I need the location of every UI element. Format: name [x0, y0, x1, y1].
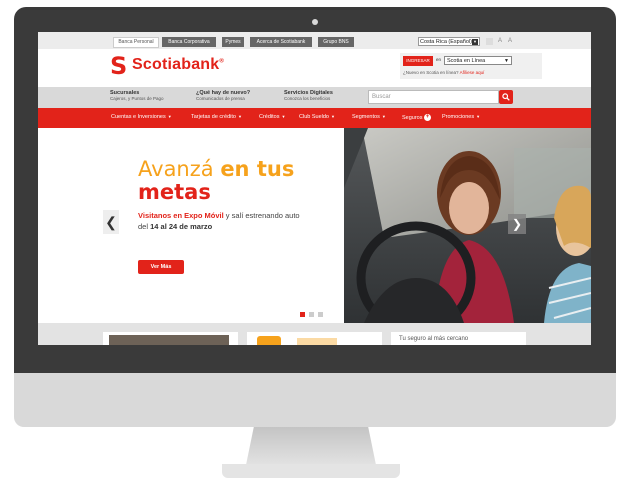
nav-cuentas[interactable]: Cuentas e Inversiones ▼ — [111, 114, 172, 120]
login-panel: INGRESAR en Scotia en Línea ▼ ¿Nuevo en S… — [400, 53, 542, 79]
carousel-prev-icon[interactable]: ❮ — [103, 210, 119, 234]
nav-label: Créditos — [259, 114, 280, 120]
accessibility-box-icon[interactable] — [486, 38, 493, 45]
login-select-value: Scotia en Línea — [447, 58, 486, 64]
tab-acerca[interactable]: Acerca de Scotiabank — [250, 37, 312, 47]
caret-down-icon: ▼ — [476, 114, 481, 119]
monitor-base — [222, 464, 400, 478]
login-service-select[interactable]: Scotia en Línea ▼ — [444, 56, 512, 65]
nav-label: Segmentos — [352, 114, 380, 120]
tab-grupo-bns[interactable]: Grupo BNS — [318, 37, 354, 47]
nav-segmentos[interactable]: Segmentos ▼ — [352, 114, 386, 120]
webcam-icon — [312, 19, 318, 25]
info-servicios-digitales[interactable]: Servicios Digitales Conozca los benefici… — [284, 90, 333, 101]
country-select[interactable]: Costa Rica (Español) ▼ — [418, 37, 480, 46]
site-header: S Scotiabank® INGRESAR en Scotia en Líne… — [38, 49, 591, 87]
nav-label: Cuentas e Inversiones — [111, 114, 166, 120]
search-input[interactable]: Buscar — [368, 90, 499, 104]
monitor-chin — [14, 373, 616, 427]
promo-card[interactable] — [247, 332, 382, 345]
nav-creditos[interactable]: Créditos ▼ — [259, 114, 285, 120]
promo-card-image — [297, 338, 337, 345]
hero-headline: Avanzá en tus metas — [138, 158, 294, 204]
chevron-down-icon: ▼ — [504, 58, 509, 64]
carousel-next-icon[interactable]: ❯ — [508, 214, 526, 234]
nav-label: Seguros — [402, 114, 423, 121]
caret-down-icon: ▼ — [330, 114, 335, 119]
hero-photo — [344, 128, 591, 323]
hero-banner: Avanzá en tus metas Visitanos en Expo Mó… — [38, 128, 591, 323]
hero-dates-prefix: del — [138, 222, 151, 231]
country-select-value: Costa Rica (Español) — [420, 39, 472, 45]
logo-text: Scotiabank — [132, 56, 220, 73]
search-button[interactable] — [499, 90, 513, 104]
font-increase-icon[interactable]: A — [508, 38, 512, 44]
nav-label: Club Sueldo — [299, 114, 329, 120]
hero-headline-line1: Avanzá en tus — [138, 158, 294, 181]
caret-down-icon: ▼ — [237, 114, 242, 119]
info-bar: Sucursales Cajeros, y Puntos de Pago ¿Qu… — [38, 87, 591, 108]
hero-subtitle: Visitanos en Expo Móvil y salí estrenand… — [138, 211, 300, 220]
headline-word: metas — [138, 180, 211, 204]
login-new-text: ¿Nuevo en Scotia en línea? Afíliese aquí — [403, 70, 484, 75]
login-new-question: ¿Nuevo en Scotia en línea? — [403, 70, 459, 75]
headline-word: en — [220, 157, 257, 181]
browser-screen: Banca Personal Banca Corporativa Pymes A… — [38, 32, 591, 345]
carousel-dot[interactable] — [309, 312, 314, 317]
logo-wordmark: Scotiabank® — [132, 56, 224, 74]
hero-dates-range: 14 al 24 de marzo — [150, 222, 213, 231]
promo-cards-row: Tu seguro al más cercano — [38, 323, 591, 345]
main-nav: Cuentas e Inversiones ▼ Tarjetas de crédi… — [38, 108, 591, 128]
tab-banca-personal[interactable]: Banca Personal — [113, 37, 159, 48]
hero-subtitle-rest: y salí estrenando auto — [223, 211, 300, 220]
nav-club-sueldo[interactable]: Club Sueldo ▼ — [299, 114, 335, 120]
search-icon — [502, 93, 510, 101]
ver-mas-button[interactable]: Ver Más — [138, 260, 184, 274]
nav-tarjetas[interactable]: Tarjetas de crédito ▼ — [191, 114, 242, 120]
nav-label: Tarjetas de crédito — [191, 114, 236, 120]
tab-pymes[interactable]: Pymes — [222, 37, 244, 47]
logo-registered-mark: ® — [219, 58, 224, 65]
hero-subtitle-highlight: Visitanos en Expo Móvil — [138, 211, 224, 220]
font-decrease-icon[interactable]: A — [498, 38, 502, 44]
promo-card-image — [257, 336, 281, 345]
login-en-label: en — [436, 57, 442, 62]
info-subtitle: Comunicados de prensa — [196, 96, 245, 101]
tab-banca-corporativa[interactable]: Banca Corporativa — [162, 37, 216, 47]
promo-card[interactable] — [103, 332, 238, 345]
nav-label: Promociones — [442, 114, 475, 120]
caret-down-icon: ▼ — [381, 114, 386, 119]
monitor-stand — [246, 427, 376, 465]
caret-down-icon: ▼ — [281, 114, 286, 119]
promo-card-text: Tu seguro al más cercano — [399, 336, 469, 342]
headline-word: Avanzá — [138, 157, 221, 181]
info-subtitle: Conozca los beneficios — [284, 96, 331, 101]
hero-headline-line2: metas — [138, 181, 294, 204]
caret-down-icon: ▼ — [167, 114, 172, 119]
info-subtitle: Cajeros, y Puntos de Pago — [110, 96, 164, 101]
carousel-dot[interactable] — [318, 312, 323, 317]
chevron-down-icon: ▼ — [472, 39, 478, 45]
plus-icon: + — [424, 114, 432, 121]
top-utility-bar: Banca Personal Banca Corporativa Pymes A… — [38, 32, 591, 49]
login-button[interactable]: INGRESAR — [403, 56, 433, 66]
hero-dates: del 14 al 24 de marzo — [138, 222, 212, 231]
nav-promociones[interactable]: Promociones ▼ — [442, 114, 480, 120]
scotiabank-s-icon: S — [110, 52, 128, 80]
info-sucursales[interactable]: Sucursales Cajeros, y Puntos de Pago — [110, 90, 164, 101]
enroll-link[interactable]: Afíliese aquí — [460, 70, 485, 75]
nav-seguros[interactable]: Seguros + — [402, 114, 432, 121]
carousel-dot[interactable] — [300, 312, 305, 317]
promo-card-image — [109, 335, 229, 345]
headline-word: tus — [256, 157, 295, 181]
info-que-hay-de-nuevo[interactable]: ¿Qué hay de nuevo? Comunicados de prensa — [196, 90, 250, 101]
promo-card[interactable]: Tu seguro al más cercano — [391, 332, 526, 345]
carousel-dots — [300, 304, 327, 322]
